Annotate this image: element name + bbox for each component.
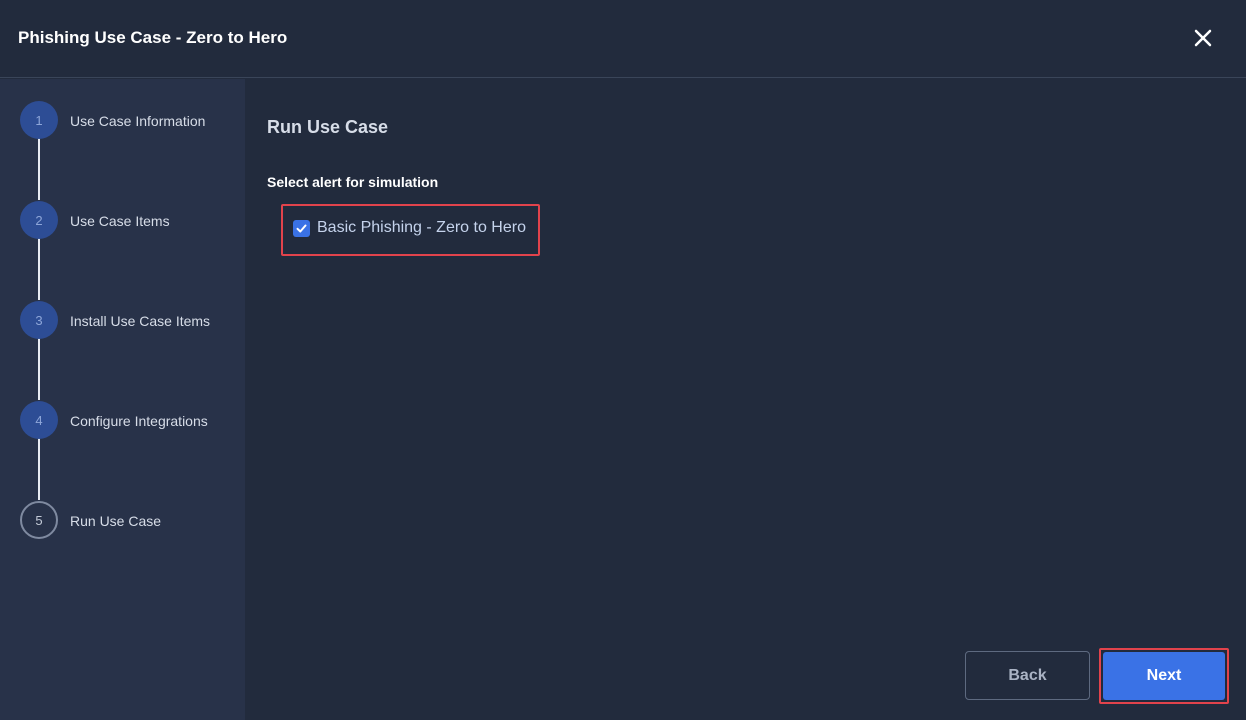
step-number: 1: [20, 101, 58, 139]
step-run-use-case[interactable]: 5 Run Use Case: [0, 501, 245, 541]
step-install-use-case-items[interactable]: 3 Install Use Case Items: [0, 301, 245, 341]
next-button[interactable]: Next: [1103, 652, 1225, 700]
step-number: 3: [20, 301, 58, 339]
back-button[interactable]: Back: [965, 651, 1090, 700]
dialog-title: Phishing Use Case - Zero to Hero: [18, 28, 288, 47]
section-label: Select alert for simulation: [267, 174, 439, 190]
step-configure-integrations[interactable]: 4 Configure Integrations: [0, 401, 245, 441]
step-number: 4: [20, 401, 58, 439]
page-title: Run Use Case: [267, 117, 389, 137]
step-number: 2: [20, 201, 58, 239]
wizard-steps-sidebar: 1 Use Case Information 2 Use Case Items …: [0, 79, 245, 720]
step-label: Use Case Items: [70, 213, 170, 229]
checkmark-icon: [296, 224, 307, 233]
alert-option-basic-phishing[interactable]: Basic Phishing - Zero to Hero: [281, 204, 540, 256]
dialog-header: Phishing Use Case - Zero to Hero: [0, 0, 1246, 78]
step-number: 5: [20, 501, 58, 539]
step-label: Run Use Case: [70, 513, 162, 529]
close-icon[interactable]: [1189, 24, 1217, 52]
alert-checkbox[interactable]: [293, 220, 310, 237]
step-use-case-information[interactable]: 1 Use Case Information: [0, 101, 245, 141]
alert-option-label: Basic Phishing - Zero to Hero: [317, 219, 526, 236]
step-connector: [38, 138, 40, 200]
step-connector: [38, 438, 40, 500]
step-connector: [38, 338, 40, 400]
step-label: Use Case Information: [70, 113, 206, 129]
step-connector: [38, 238, 40, 300]
step-label: Install Use Case Items: [70, 313, 211, 329]
step-use-case-items[interactable]: 2 Use Case Items: [0, 201, 245, 241]
step-label: Configure Integrations: [70, 413, 208, 429]
